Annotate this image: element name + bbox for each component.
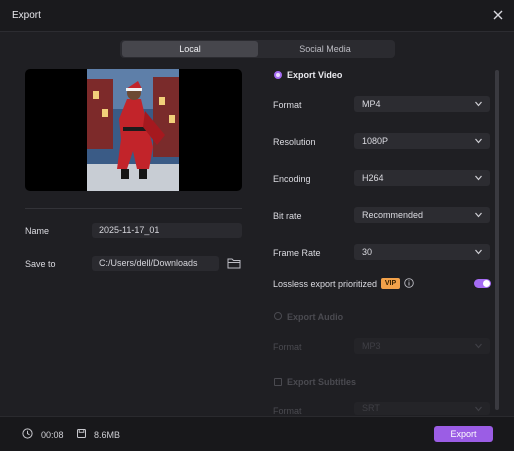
audio-format-label: Format xyxy=(273,342,302,352)
title-bar: Export xyxy=(0,0,514,32)
settings-scrollbar[interactable] xyxy=(495,70,499,410)
chevron-down-icon xyxy=(475,343,482,349)
framerate-label: Frame Rate xyxy=(273,248,321,258)
name-label: Name xyxy=(25,226,50,236)
info-icon[interactable] xyxy=(404,278,414,288)
lossless-label: Lossless export prioritized xyxy=(273,279,378,289)
format-label: Format xyxy=(273,100,302,110)
duration-text: 00:08 xyxy=(41,430,64,440)
encoding-select[interactable]: H264 xyxy=(354,170,490,186)
save-path-input[interactable]: C:/Users/dell/Downloads xyxy=(92,256,219,271)
framerate-value: 30 xyxy=(362,247,373,257)
resolution-label: Resolution xyxy=(273,137,316,147)
close-icon[interactable] xyxy=(490,7,506,23)
subtitle-format-value: SRT xyxy=(362,403,380,413)
resolution-select[interactable]: 1080P xyxy=(354,133,490,149)
export-dialog: Export Local Social Media Name 2025-11-1… xyxy=(0,0,514,451)
export-button[interactable]: Export xyxy=(434,426,493,442)
chevron-down-icon xyxy=(475,175,482,181)
subtitle-format-label: Format xyxy=(273,406,302,416)
bitrate-label: Bit rate xyxy=(273,211,302,221)
audio-format-value: MP3 xyxy=(362,341,381,351)
format-value: MP4 xyxy=(362,99,381,109)
resolution-value: 1080P xyxy=(362,136,389,146)
audio-format-select[interactable]: MP3 xyxy=(354,338,490,354)
save-to-label: Save to xyxy=(25,259,56,269)
chevron-down-icon xyxy=(475,212,482,218)
chevron-down-icon xyxy=(475,101,482,107)
file-size-text: 8.6MB xyxy=(94,430,121,440)
vip-badge: VIP xyxy=(381,278,400,289)
chevron-down-icon xyxy=(475,138,482,144)
encoding-value: H264 xyxy=(362,173,384,183)
export-audio-title: Export Audio xyxy=(287,312,344,322)
folder-icon[interactable] xyxy=(227,257,241,269)
export-video-title: Export Video xyxy=(287,70,343,80)
bitrate-value: Recommended xyxy=(362,210,424,220)
dialog-title: Export xyxy=(12,10,41,21)
export-subtitles-checkbox[interactable] xyxy=(274,378,282,386)
export-audio-radio[interactable] xyxy=(274,312,282,320)
file-size-icon xyxy=(77,429,86,438)
tab-bar: Local Social Media xyxy=(120,40,395,58)
chevron-down-icon xyxy=(475,249,482,255)
export-video-radio[interactable] xyxy=(274,71,282,79)
encoding-label: Encoding xyxy=(273,174,311,184)
tab-social-media[interactable]: Social Media xyxy=(257,41,393,57)
name-input[interactable]: 2025-11-17_01 xyxy=(92,223,242,238)
subtitle-format-select[interactable]: SRT xyxy=(354,402,490,415)
framerate-select[interactable]: 30 xyxy=(354,244,490,260)
lossless-toggle[interactable] xyxy=(474,279,491,288)
format-select[interactable]: MP4 xyxy=(354,96,490,112)
divider xyxy=(25,208,242,209)
tab-local[interactable]: Local xyxy=(122,41,258,57)
bitrate-select[interactable]: Recommended xyxy=(354,207,490,223)
clock-icon xyxy=(22,428,33,439)
preview-thumbnail xyxy=(87,69,179,191)
video-preview xyxy=(25,69,242,191)
chevron-down-icon xyxy=(475,406,482,412)
footer-bar: 00:08 8.6MB Export xyxy=(0,416,514,451)
toggle-knob xyxy=(483,280,490,287)
export-subtitles-title: Export Subtitles xyxy=(287,377,357,387)
